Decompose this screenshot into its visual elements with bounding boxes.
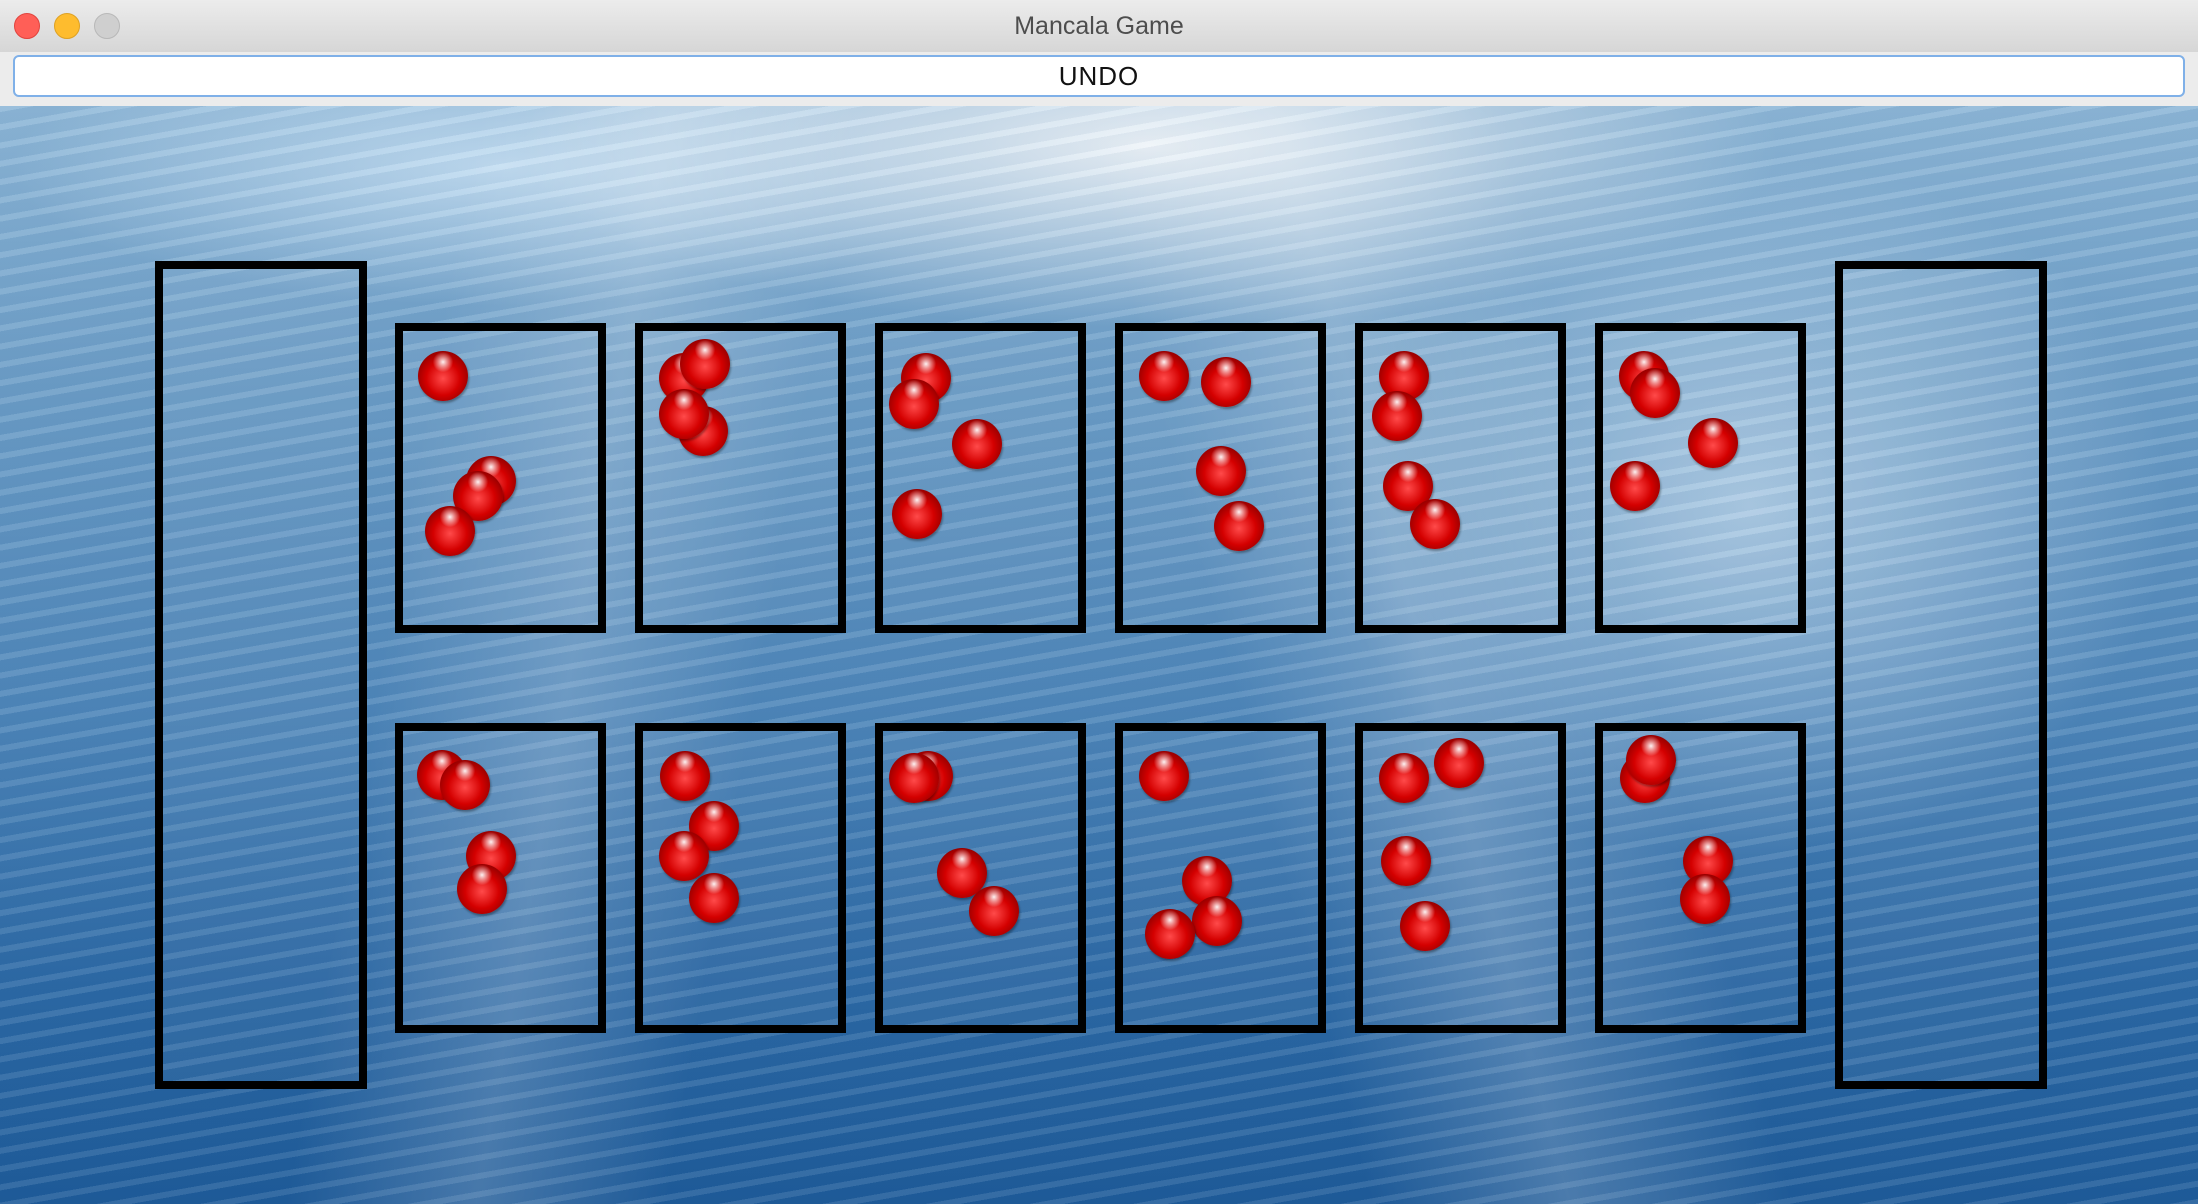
title-bar: Mancala Game (0, 0, 2198, 53)
pit-top-1[interactable] (395, 323, 606, 633)
pit-top-5[interactable] (1355, 323, 1566, 633)
pit-top-4[interactable] (1115, 323, 1326, 633)
stone (1192, 896, 1242, 946)
pit-bottom-6[interactable] (1595, 723, 1806, 1033)
stone (457, 864, 507, 914)
pit-bottom-1[interactable] (395, 723, 606, 1033)
stone (660, 751, 710, 801)
stone (952, 419, 1002, 469)
stone (1145, 909, 1195, 959)
toolbar: UNDO (0, 52, 2198, 106)
stone (1688, 418, 1738, 468)
pit-top-6[interactable] (1595, 323, 1806, 633)
app-window: Mancala Game UNDO (0, 0, 2198, 1204)
stone (1626, 735, 1676, 785)
pit-bottom-3[interactable] (875, 723, 1086, 1033)
stone (1139, 751, 1189, 801)
pit-bottom-2[interactable] (635, 723, 846, 1033)
stone (659, 389, 709, 439)
stone (418, 351, 468, 401)
stone (1400, 901, 1450, 951)
stone (1372, 391, 1422, 441)
stone (1630, 368, 1680, 418)
stone (1201, 357, 1251, 407)
stone (1410, 499, 1460, 549)
stone (969, 886, 1019, 936)
stone (1610, 461, 1660, 511)
stone (689, 873, 739, 923)
stone (659, 831, 709, 881)
stone (425, 506, 475, 556)
stone (1139, 351, 1189, 401)
stone (889, 753, 939, 803)
stone (1680, 874, 1730, 924)
window-title: Mancala Game (1014, 12, 1184, 40)
pit-bottom-5[interactable] (1355, 723, 1566, 1033)
stone (1196, 446, 1246, 496)
stone (680, 339, 730, 389)
stone (1379, 753, 1429, 803)
pit-top-2[interactable] (635, 323, 846, 633)
stone (1214, 501, 1264, 551)
stone (892, 489, 942, 539)
stone (1381, 836, 1431, 886)
stone (1434, 738, 1484, 788)
left-store[interactable] (155, 261, 367, 1089)
undo-button[interactable]: UNDO (13, 55, 2185, 97)
stone (440, 760, 490, 810)
pit-top-3[interactable] (875, 323, 1086, 633)
pit-bottom-4[interactable] (1115, 723, 1326, 1033)
mancala-board (0, 106, 2198, 1204)
stone (889, 379, 939, 429)
right-store[interactable] (1835, 261, 2047, 1089)
